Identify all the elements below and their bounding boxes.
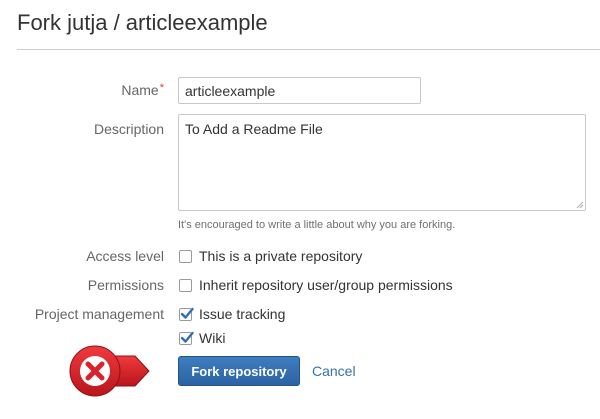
description-label: Description [93,121,164,137]
fork-repository-button[interactable]: Fork repository [178,356,300,386]
inherit-permissions-checkbox[interactable] [179,278,192,292]
description-textarea[interactable]: To Add a Readme File [178,114,586,211]
issue-tracking-label: Issue tracking [199,306,286,322]
project-management-label: Project management [34,306,164,322]
private-repo-option[interactable]: This is a private repository [179,248,362,264]
wiki-option[interactable]: Wiki [179,330,225,346]
checkmark-icon [180,331,194,343]
x-mark-badge-icon [69,345,150,397]
issue-tracking-checkbox[interactable] [179,307,194,321]
access-level-label: Access level [86,248,164,264]
inherit-permissions-option[interactable]: Inherit repository user/group permission… [179,277,453,293]
wiki-label: Wiki [199,330,226,346]
required-marker: * [159,82,164,94]
private-repo-checkbox[interactable] [179,249,192,263]
inherit-permissions-label: Inherit repository user/group permission… [199,277,453,293]
cancel-link[interactable]: Cancel [312,363,356,379]
name-label: Name [121,82,159,98]
issue-tracking-option[interactable]: Issue tracking [179,306,285,322]
wiki-checkbox[interactable] [179,331,194,345]
name-input[interactable] [178,77,421,104]
description-help-text: It's encouraged to write a little about … [178,219,456,231]
page-title: Fork jutja / articleexample [17,10,268,35]
name-label-group: Name* [121,82,164,98]
private-repo-label: This is a private repository [199,248,363,264]
checkmark-icon [180,307,194,319]
permissions-label: Permissions [87,277,164,293]
resize-grip-icon[interactable] [576,201,584,209]
header-divider [17,49,600,50]
